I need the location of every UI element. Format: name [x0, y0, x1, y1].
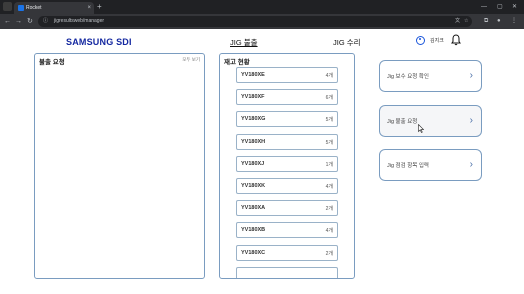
- profile-icon[interactable]: ●: [497, 17, 501, 26]
- stock-item[interactable]: YV180XF 6개: [236, 89, 338, 106]
- stock-item-qty: 2개: [325, 250, 333, 257]
- menu-icon[interactable]: ⋮: [511, 17, 517, 26]
- stock-item[interactable]: YV180XA 2개: [236, 200, 338, 217]
- page: SAMSUNG SDI JIG 불출 JIG 수리 김지크 불출 요청 모두 보…: [0, 29, 524, 294]
- reload-icon[interactable]: ↻: [27, 16, 33, 27]
- stock-item-name: YV180XF: [241, 94, 265, 101]
- user-name: 김지크: [430, 38, 444, 44]
- stock-item[interactable]: YV180XH 5개: [236, 133, 338, 150]
- browser-tab[interactable]: Rocket ×: [14, 2, 94, 14]
- tab-title: Rocket: [26, 5, 42, 11]
- stock-item[interactable]: YV180XC 2개: [236, 244, 338, 261]
- browser-toolbar: ← → ↻ ⓘ jigresultsweb/manager 文 ☆ ⧉ ● ⋮: [0, 14, 524, 29]
- stock-item-qty: 4개: [325, 184, 333, 190]
- stock-item-partial[interactable]: [236, 266, 338, 278]
- stock-item-qty: 4개: [325, 228, 333, 235]
- chevron-right-icon: ›: [469, 159, 473, 170]
- stock-item[interactable]: YV180XG 5개: [236, 111, 338, 128]
- site-info-icon[interactable]: ⓘ: [43, 16, 48, 27]
- jig-release-request-button[interactable]: Jig 불출 요청 ›: [379, 105, 482, 137]
- url-text: jigresultsweb/manager: [54, 18, 105, 24]
- back-icon[interactable]: ←: [4, 16, 11, 27]
- stock-item-name: YV180XG: [241, 116, 266, 123]
- stock-item-qty: 2개: [325, 206, 333, 213]
- stock-item-qty: 5개: [325, 139, 333, 146]
- stock-item[interactable]: YV180XK 4개: [236, 178, 338, 194]
- stock-status-panel: 재고 현황 YV180XE 4개 YV180XF 6개 YV180XG 5개 YV180XH…: [219, 53, 355, 279]
- stock-item-name: YV180XK: [241, 183, 266, 189]
- stock-item-qty: 5개: [325, 117, 333, 124]
- forward-icon[interactable]: →: [15, 16, 22, 27]
- jig-repair-request-check-button[interactable]: Jig 보수 요청 확인 ›: [379, 60, 482, 92]
- nav-jig-release[interactable]: JIG 불출: [230, 37, 258, 48]
- nav-jig-repair[interactable]: JIG 수리: [333, 37, 361, 48]
- extensions-icon[interactable]: ⧉: [484, 17, 488, 26]
- stock-item-qty: 6개: [325, 95, 333, 102]
- minimize-icon[interactable]: —: [481, 1, 487, 13]
- bookmark-star-icon[interactable]: ☆: [464, 16, 468, 27]
- stock-item[interactable]: YV180XE 4개: [236, 67, 338, 83]
- bell-icon[interactable]: [451, 34, 461, 46]
- stock-item-qty: 4개: [325, 73, 333, 79]
- chevron-right-icon: ›: [469, 115, 473, 126]
- panel-title: 재고 현황: [224, 59, 250, 66]
- maximize-icon[interactable]: ▢: [497, 1, 503, 13]
- brand-logo[interactable]: SAMSUNG SDI: [66, 37, 132, 47]
- action-label: Jig 보수 요청 확인: [387, 74, 429, 80]
- stock-item-name: YV180XC: [241, 249, 266, 256]
- tab-close-icon[interactable]: ×: [87, 3, 91, 13]
- stock-item-name: YV180XH: [241, 138, 266, 145]
- view-all-link[interactable]: 모두 보기: [182, 57, 200, 63]
- panel-title: 불출 요청: [39, 59, 65, 66]
- action-label: Jig 불출 요청: [387, 119, 418, 125]
- release-request-panel: 불출 요청 모두 보기: [34, 53, 205, 279]
- new-tab-button[interactable]: +: [97, 1, 102, 13]
- action-label: Jig 점검 항목 입력: [387, 163, 429, 169]
- user-icon: [416, 36, 425, 45]
- stock-item[interactable]: YV180XB 4개: [236, 222, 338, 239]
- stock-item-name: YV180XE: [241, 72, 265, 78]
- stock-item-name: YV180XJ: [241, 160, 265, 167]
- stock-item-qty: 1개: [325, 161, 333, 168]
- translate-icon[interactable]: 文: [455, 16, 460, 27]
- stock-item[interactable]: YV180XJ 1개: [236, 155, 338, 172]
- stock-item-name: YV180XA: [241, 205, 266, 212]
- chevron-right-icon: ›: [469, 70, 473, 81]
- browser-tab-strip: Rocket × + — ▢ ✕: [0, 0, 524, 14]
- jig-inspection-input-button[interactable]: Jig 점검 항목 입력 ›: [379, 149, 482, 181]
- mouse-cursor-icon: [418, 124, 424, 133]
- stock-item-name: YV180XB: [241, 227, 266, 234]
- close-window-icon[interactable]: ✕: [512, 1, 517, 13]
- tab-search-button[interactable]: [3, 2, 12, 11]
- address-bar[interactable]: ⓘ jigresultsweb/manager 文 ☆: [38, 16, 472, 27]
- favicon-icon: [18, 5, 24, 11]
